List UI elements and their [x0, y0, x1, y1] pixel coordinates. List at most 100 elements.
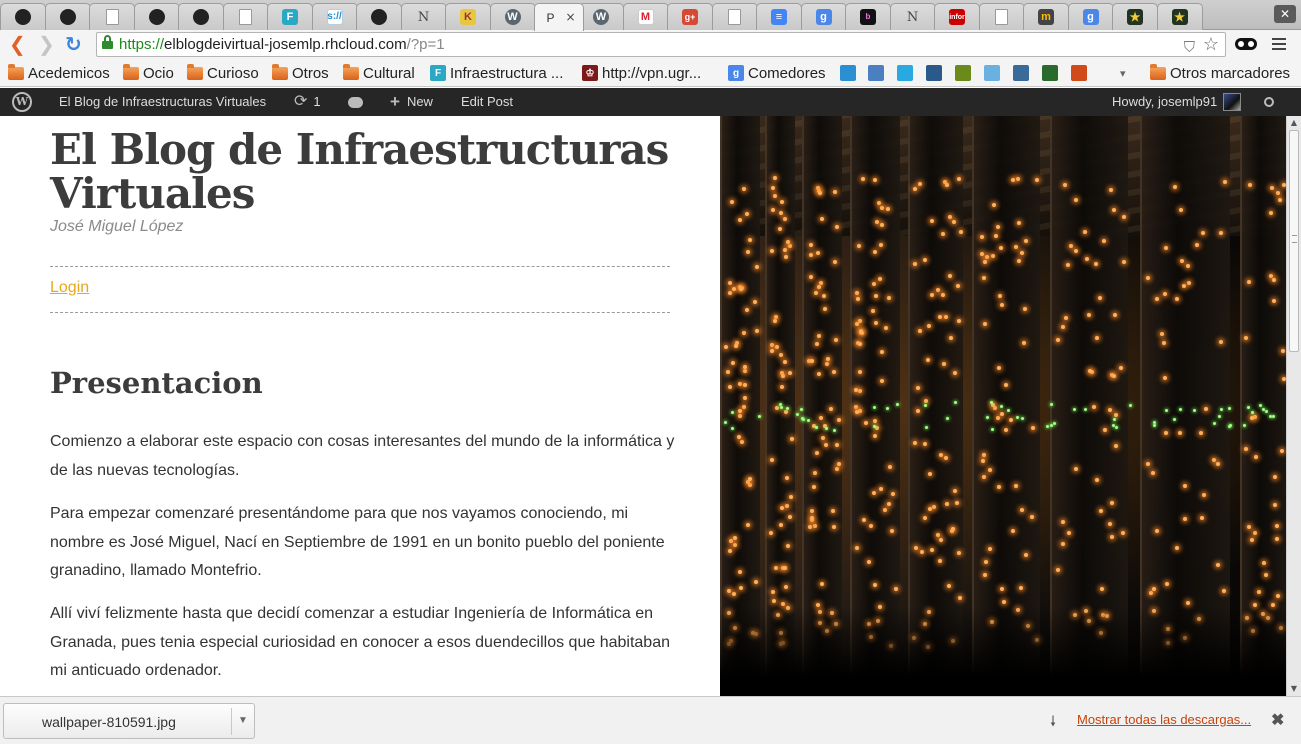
bookmark-curioso[interactable]: Curioso: [187, 63, 259, 82]
server-light: [957, 595, 962, 600]
download-item[interactable]: wallpaper-810591.jpg ▼: [3, 703, 255, 739]
browser-tab[interactable]: ≡: [756, 3, 802, 30]
mask-extension-icon[interactable]: [1235, 38, 1257, 50]
browser-tab[interactable]: ★: [1112, 3, 1158, 30]
bookmark-comedores[interactable]: g Comedores: [728, 64, 826, 82]
reload-button[interactable]: ↻: [65, 34, 82, 54]
bookmark-moon-icon[interactable]: [984, 64, 1004, 82]
z-icon: [955, 65, 971, 81]
server-light: [770, 185, 775, 190]
server-light: [825, 356, 830, 361]
window-close-button[interactable]: ✕: [1274, 5, 1296, 23]
server-light: [855, 409, 860, 414]
browser-tab[interactable]: g: [1067, 3, 1114, 30]
site-title[interactable]: El Blog de Infraestructuras Virtuales: [50, 128, 690, 216]
comments-menu[interactable]: [348, 88, 363, 116]
back-button[interactable]: ❮: [9, 34, 26, 54]
browser-tab[interactable]: [44, 3, 91, 30]
post-title[interactable]: Presentacion: [50, 366, 263, 400]
browser-tab[interactable]: b: [845, 3, 891, 30]
other-bookmarks-folder[interactable]: Otros marcadores: [1150, 63, 1290, 82]
server-light: [1093, 262, 1098, 267]
rss-icon: [868, 65, 884, 81]
browser-tab[interactable]: [222, 3, 269, 30]
admin-search[interactable]: [1264, 88, 1274, 116]
address-bar[interactable]: https://elblogdeivirtual-josemlp.rhcloud…: [96, 32, 1226, 57]
url-text[interactable]: https://elblogdeivirtual-josemlp.rhcloud…: [119, 33, 445, 56]
github-icon: [193, 9, 209, 25]
browser-tab[interactable]: [356, 3, 402, 30]
browser-tab[interactable]: [89, 3, 135, 30]
circle-icon: [840, 65, 856, 81]
bookmark-acedemicos[interactable]: Acedemicos: [8, 63, 110, 82]
browser-tab[interactable]: m: [1023, 3, 1069, 30]
browser-tab[interactable]: N: [889, 3, 936, 30]
server-light: [1216, 461, 1221, 466]
server-light: [956, 176, 961, 181]
login-link[interactable]: Login: [50, 279, 89, 297]
bookmark-infraestructura[interactable]: F Infraestructura ...: [430, 64, 563, 82]
forward-button[interactable]: ❯: [38, 34, 55, 54]
wp-logo-menu[interactable]: W: [12, 88, 32, 116]
chevron-down-icon[interactable]: ▼: [238, 715, 248, 726]
scrollbar-thumb[interactable]: [1289, 130, 1299, 352]
bookmark-star-icon[interactable]: ☆: [1203, 33, 1219, 56]
browser-tab[interactable]: [711, 3, 758, 30]
scroll-up-arrow-icon[interactable]: ▲: [1287, 116, 1301, 130]
bookmark-otros[interactable]: Otros: [272, 63, 329, 82]
browser-tab[interactable]: F: [267, 3, 313, 30]
active-tab[interactable]: P ×: [533, 3, 584, 31]
browser-tab[interactable]: [133, 3, 180, 30]
updates-menu[interactable]: ⟳ 1: [294, 88, 321, 116]
bookmark-http-vpn-ugr[interactable]: ♔ http://vpn.ugr...: [582, 64, 701, 82]
bookmark-circle-icon[interactable]: [840, 64, 860, 82]
browser-tab[interactable]: W: [489, 3, 536, 30]
admin-site-name[interactable]: El Blog de Infraestructuras Virtuales: [59, 88, 266, 116]
close-icon[interactable]: ✖: [1271, 710, 1284, 730]
server-light: [997, 293, 1002, 298]
browser-tab[interactable]: N: [400, 3, 447, 30]
browser-tab[interactable]: g: [800, 3, 847, 30]
browser-tab[interactable]: [978, 3, 1025, 30]
server-light: [1162, 375, 1167, 380]
browser-tab[interactable]: ★: [1156, 3, 1203, 30]
wordpress-icon: W: [504, 9, 521, 25]
menu-icon[interactable]: [1272, 38, 1286, 50]
new-content-menu[interactable]: + New: [390, 88, 433, 116]
bookmark-leaf-icon[interactable]: [1071, 64, 1091, 82]
show-all-downloads-link[interactable]: Mostrar todas las descargas...: [1077, 712, 1251, 727]
bookmark-z-icon[interactable]: [955, 64, 975, 82]
browser-tab[interactable]: g+: [667, 3, 713, 30]
bookmark-grid-icon[interactable]: [1042, 64, 1062, 82]
bookmark-v-icon[interactable]: [1013, 64, 1033, 82]
document-icon: [239, 9, 252, 25]
bookmark-cultural[interactable]: Cultural: [343, 63, 415, 82]
fw-icon: F: [282, 9, 298, 25]
server-light: [984, 254, 989, 259]
avatar: [1223, 93, 1242, 111]
browser-tab[interactable]: infor: [934, 3, 980, 30]
browser-tab[interactable]: s://: [311, 3, 358, 30]
bookmark-rss-icon[interactable]: [868, 64, 888, 82]
bookmark-twitter-icon[interactable]: [897, 64, 917, 82]
my-account-menu[interactable]: Howdy, josemlp91: [1112, 88, 1242, 116]
server-light: [739, 439, 744, 444]
server-light: [1253, 454, 1258, 459]
edit-post-link[interactable]: Edit Post: [461, 88, 513, 116]
server-light: [1276, 190, 1281, 195]
browser-tab[interactable]: W: [578, 3, 624, 30]
browser-tab[interactable]: [178, 3, 224, 30]
browser-tab[interactable]: [0, 3, 46, 30]
scrollbar[interactable]: ▲ ▼: [1286, 116, 1301, 696]
shield-icon[interactable]: ⛉: [1184, 36, 1195, 59]
scroll-down-arrow-icon[interactable]: ▼: [1287, 682, 1301, 696]
bookmark-ocio[interactable]: Ocio: [123, 63, 174, 82]
folder-icon: [272, 63, 288, 80]
browser-tab[interactable]: M: [622, 3, 669, 30]
server-light: [987, 546, 992, 551]
bookmark-bird-icon[interactable]: [926, 64, 946, 82]
tab-close-icon[interactable]: ×: [565, 10, 575, 24]
more-bookmarks-chevron-icon[interactable]: ▾: [1120, 64, 1126, 82]
server-light: [857, 341, 862, 346]
browser-tab[interactable]: K: [445, 3, 491, 30]
